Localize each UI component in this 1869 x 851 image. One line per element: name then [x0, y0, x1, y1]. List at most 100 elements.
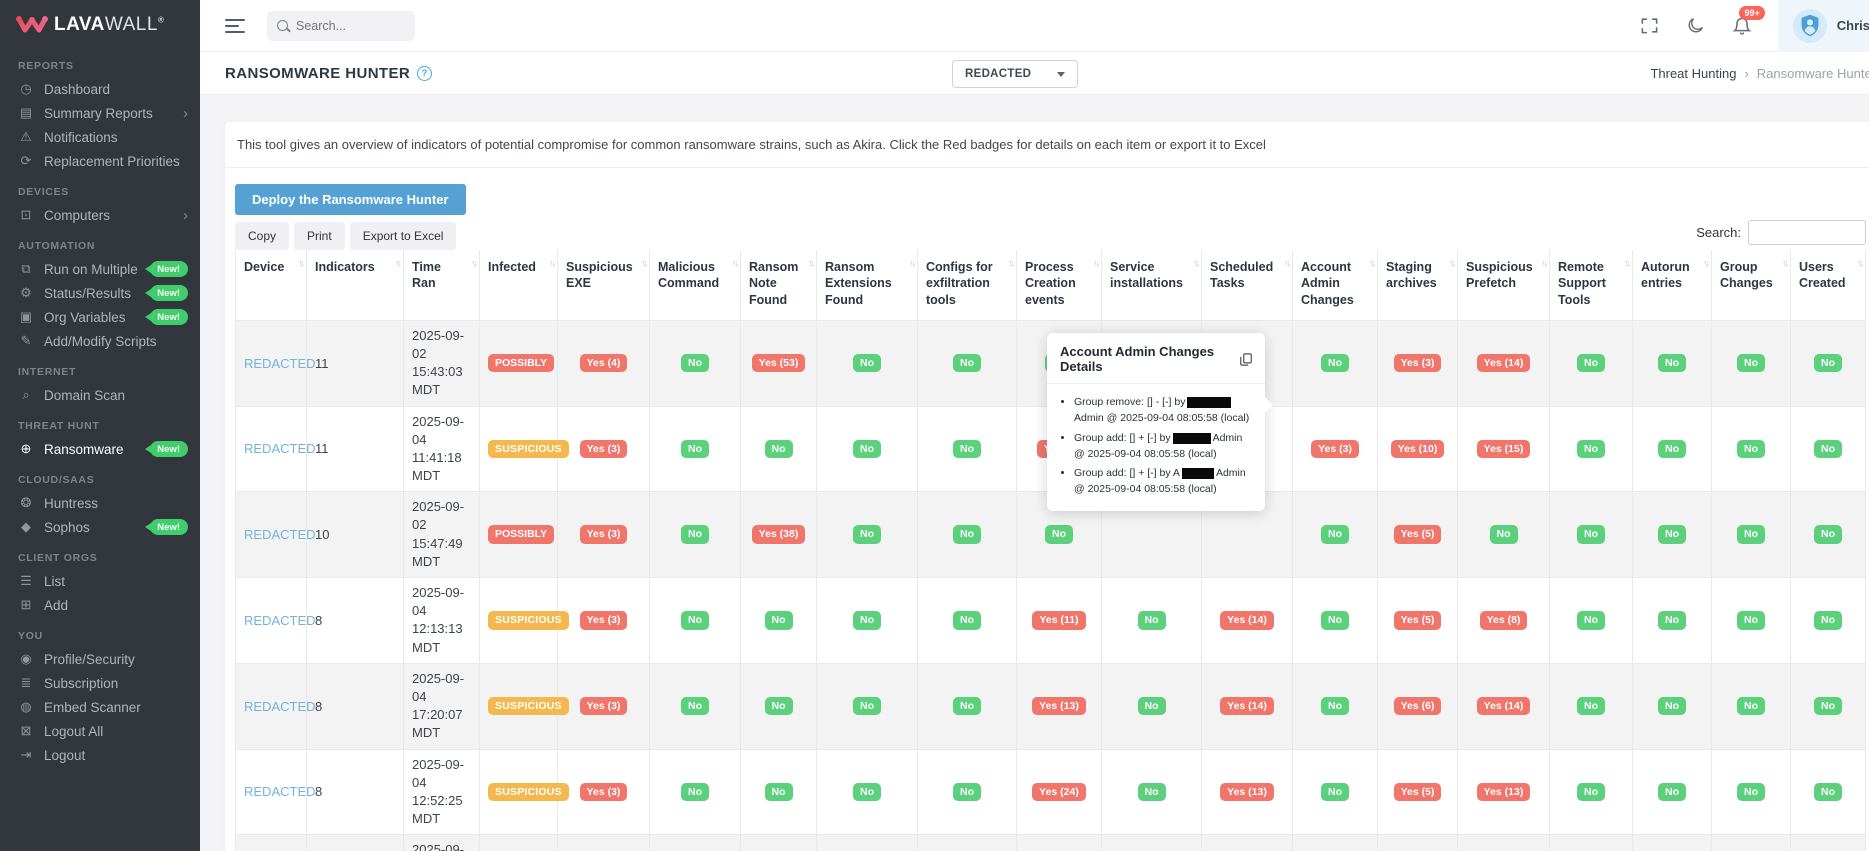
print-button[interactable]: Print	[294, 222, 345, 250]
sidebar-item-logout-all[interactable]: ⊠ Logout All	[0, 719, 200, 743]
breadcrumb-parent[interactable]: Threat Hunting	[1650, 66, 1736, 81]
org-dropdown[interactable]: REDACTED	[952, 60, 1078, 88]
sidebar-item-sophos[interactable]: ◆ Sophos New!	[0, 515, 200, 539]
sort-icon[interactable]: ↑↓	[1008, 258, 1015, 270]
sidebar-item-logout[interactable]: ⇥ Logout	[0, 743, 200, 767]
sort-icon[interactable]: ↑↓	[1541, 258, 1548, 270]
sidebar-item-subscription[interactable]: ≣ Subscription	[0, 671, 200, 695]
status-badge-alert[interactable]: Yes (14)	[1476, 353, 1531, 373]
status-badge-alert[interactable]: Yes (13)	[1476, 782, 1531, 802]
sidebar-item-huntress[interactable]: ❂ Huntress	[0, 491, 200, 515]
status-badge-alert[interactable]: Yes (15)	[1476, 439, 1531, 459]
column-header-malicious-command[interactable]: Malicious Command ↑↓	[649, 250, 741, 321]
lavawall-logo[interactable]: LAVAWALL®	[0, 0, 200, 47]
export-to-excel-button[interactable]: Export to Excel	[349, 222, 457, 250]
status-badge-alert[interactable]: SUSPICIOUS	[488, 611, 569, 630]
status-badge-alert[interactable]: Yes (38)	[751, 525, 806, 544]
sidebar-item-computers[interactable]: ⊡ Computers ›	[0, 203, 200, 227]
device-link[interactable]: REDACTED	[244, 527, 316, 542]
sort-icon[interactable]: ↑↓	[808, 258, 815, 270]
column-header-ransom-extensions-found[interactable]: Ransom Extensions Found ↑↓	[816, 250, 918, 321]
sort-icon[interactable]: ↑↓	[1193, 258, 1200, 270]
sort-icon[interactable]: ↑↓	[1449, 258, 1456, 270]
column-header-time-ran[interactable]: Time Ran ↑↓	[403, 250, 480, 321]
device-link[interactable]: REDACTED	[244, 699, 316, 714]
column-header-process-creation-events[interactable]: Process Creation events ↑↓	[1016, 250, 1102, 321]
sort-icon[interactable]: ↑↓	[641, 258, 648, 270]
sidebar-item-dashboard[interactable]: ◷ Dashboard	[0, 77, 200, 101]
sidebar-item-add-modify-scripts[interactable]: ✎ Add/Modify Scripts	[0, 329, 200, 353]
column-header-infected[interactable]: Infected ↑↓	[479, 250, 558, 321]
sort-icon[interactable]: ↑↓	[1782, 258, 1789, 270]
status-badge-alert[interactable]: Yes (8)	[1479, 611, 1528, 630]
device-link[interactable]: REDACTED	[244, 784, 316, 799]
status-badge-alert[interactable]: Yes (14)	[1220, 696, 1274, 716]
status-badge-alert[interactable]: Yes (3)	[1311, 439, 1359, 459]
column-header-indicators[interactable]: Indicators ↑↓	[306, 250, 404, 321]
status-badge-alert[interactable]: Yes (6)	[1393, 696, 1442, 716]
sort-icon[interactable]: ↑↓	[732, 258, 739, 270]
sort-icon[interactable]: ↑↓	[1857, 258, 1864, 270]
sidebar-item-run-on-multiple[interactable]: ⧉ Run on Multiple New!	[0, 257, 200, 281]
global-search[interactable]	[267, 10, 415, 41]
column-header-service-installations[interactable]: Service installations ↑↓	[1101, 250, 1202, 321]
column-header-device[interactable]: Device ↑↓	[235, 250, 307, 321]
sidebar-item-notifications[interactable]: ⚠ Notifications	[0, 125, 200, 149]
sidebar-item-domain-scan[interactable]: ⌕ Domain Scan	[0, 383, 200, 407]
copy-button[interactable]: Copy	[235, 222, 290, 250]
status-badge-alert[interactable]: Yes (5)	[1393, 782, 1442, 802]
sort-icon[interactable]: ↑↓	[1369, 258, 1376, 270]
sort-icon[interactable]: ↑↓	[1284, 258, 1291, 270]
sidebar-item-replacement-priorities[interactable]: ⟳ Replacement Priorities	[0, 149, 200, 173]
help-icon[interactable]: ?	[417, 65, 433, 81]
column-header-configs-for-exfiltration-tools[interactable]: Configs for exfiltration tools ↑↓	[917, 250, 1017, 321]
deploy-ransomware-hunter-button[interactable]: Deploy the Ransomware Hunter	[235, 184, 466, 215]
sidebar-item-add[interactable]: ⊞ Add	[0, 593, 200, 617]
sidebar-item-status-results[interactable]: ⚙ Status/Results New!	[0, 281, 200, 305]
sidebar-item-profile-security[interactable]: ◉ Profile/Security	[0, 647, 200, 671]
sidebar-item-ransomware[interactable]: ⊕ Ransomware New!	[0, 437, 200, 461]
column-header-remote-support-tools[interactable]: Remote Support Tools ↑↓	[1549, 250, 1633, 321]
status-badge-alert[interactable]: Yes (14)	[1476, 696, 1531, 716]
column-header-suspicious-prefetch[interactable]: Suspicious Prefetch ↑↓	[1457, 250, 1550, 321]
sidebar-item-list[interactable]: ☰ List	[0, 569, 200, 593]
copy-icon[interactable]	[1240, 352, 1252, 366]
status-badge-alert[interactable]: POSSIBLY	[488, 525, 555, 544]
status-badge-alert[interactable]: SUSPICIOUS	[488, 782, 569, 802]
notifications-bell-icon[interactable]: 99+	[1731, 5, 1765, 36]
column-header-autorun-entries[interactable]: Autorun entries ↑↓	[1632, 250, 1712, 321]
device-link[interactable]: REDACTED	[244, 613, 316, 628]
column-header-scheduled-tasks[interactable]: Scheduled Tasks ↑↓	[1201, 250, 1293, 321]
status-badge-alert[interactable]: Yes (14)	[1220, 611, 1274, 630]
sort-icon[interactable]: ↑↓	[1624, 258, 1631, 270]
sort-icon[interactable]: ↑↓	[298, 258, 305, 270]
column-header-ransom-note-found[interactable]: Ransom Note Found ↑↓	[740, 250, 817, 321]
sort-icon[interactable]: ↑↓	[909, 258, 916, 270]
status-badge-alert[interactable]: Yes (3)	[579, 525, 628, 544]
fullscreen-icon[interactable]	[1640, 16, 1659, 35]
status-badge-alert[interactable]: SUSPICIOUS	[488, 696, 569, 716]
dark-mode-moon-icon[interactable]	[1686, 16, 1705, 35]
sort-icon[interactable]: ↑↓	[1093, 258, 1100, 270]
table-search-input[interactable]	[1748, 220, 1866, 245]
status-badge-alert[interactable]: Yes (3)	[579, 782, 628, 802]
status-badge-alert[interactable]: POSSIBLY	[488, 353, 555, 373]
status-badge-alert[interactable]: Yes (13)	[1220, 782, 1274, 802]
global-search-input[interactable]	[296, 18, 405, 33]
status-badge-alert[interactable]: Yes (5)	[1393, 525, 1442, 544]
sort-icon[interactable]: ↑↓	[395, 258, 402, 270]
sort-icon[interactable]: ↑↓	[549, 258, 556, 270]
column-header-suspicious-exe[interactable]: Suspicious EXE ↑↓	[557, 250, 650, 321]
menu-toggle-icon[interactable]	[225, 15, 245, 37]
sort-icon[interactable]: ↑↓	[1703, 258, 1710, 270]
status-badge-alert[interactable]: Yes (13)	[1032, 696, 1086, 716]
status-badge-alert[interactable]: Yes (4)	[579, 353, 628, 373]
column-header-staging-archives[interactable]: Staging archives ↑↓	[1377, 250, 1458, 321]
sidebar-item-embed-scanner[interactable]: ◍ Embed Scanner	[0, 695, 200, 719]
column-header-users-created[interactable]: Users Created ↑↓	[1790, 250, 1866, 321]
sidebar-item-org-variables[interactable]: ▣ Org Variables New!	[0, 305, 200, 329]
column-header-group-changes[interactable]: Group Changes ↑↓	[1711, 250, 1791, 321]
status-badge-alert[interactable]: Yes (3)	[579, 611, 628, 630]
status-badge-alert[interactable]: Yes (11)	[1032, 611, 1086, 630]
status-badge-alert[interactable]: Yes (3)	[579, 439, 628, 459]
